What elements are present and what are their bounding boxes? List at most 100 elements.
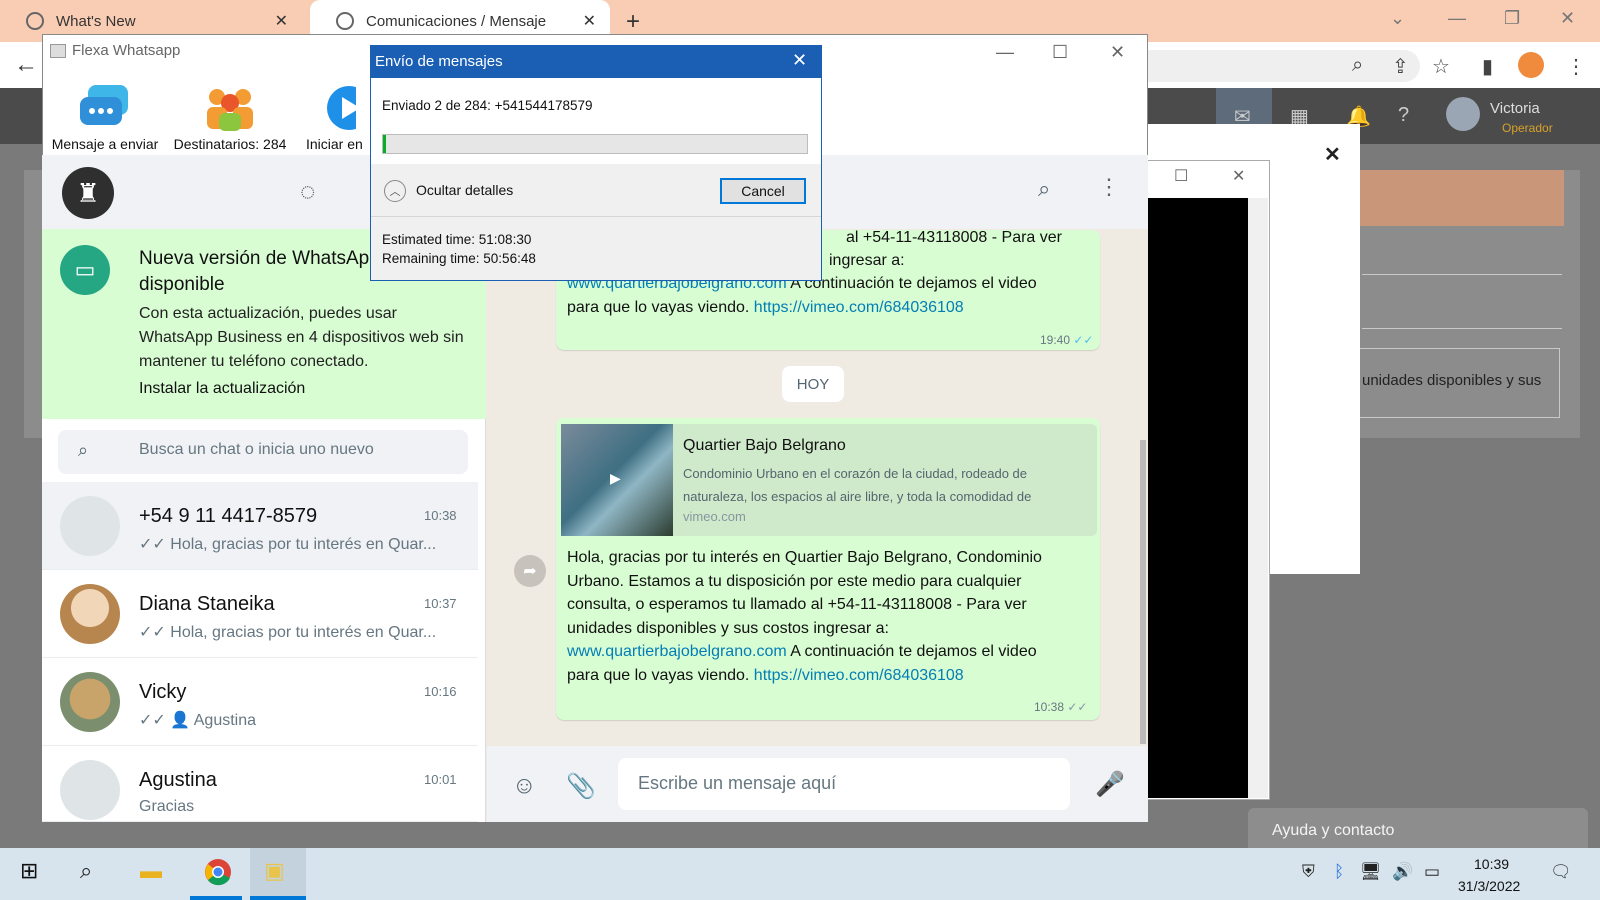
user-name[interactable]: Victoria — [1490, 100, 1540, 117]
chevron-up-icon[interactable]: ︿ — [384, 180, 406, 202]
scrollbar[interactable] — [1140, 440, 1146, 744]
app-icon — [50, 43, 66, 58]
toolbar-label: Mensaje a enviar — [51, 136, 159, 152]
address-bar[interactable] — [1120, 50, 1420, 82]
active-indicator — [190, 896, 242, 900]
double-check-icon: ✓✓ — [1067, 700, 1088, 714]
chrome-icon[interactable] — [204, 858, 232, 892]
volume-icon[interactable]: 🔊 — [1392, 862, 1413, 882]
close-icon[interactable]: ✕ — [1110, 42, 1125, 63]
menu-dots-icon[interactable]: ⋮ — [1098, 174, 1120, 200]
preview-site: vimeo.com — [683, 509, 746, 524]
star-icon[interactable]: ☆ — [1432, 54, 1450, 79]
help-icon[interactable]: ? — [1398, 104, 1409, 127]
message-line: para que lo vayas viendo. https://vimeo.… — [567, 296, 1087, 320]
progress-fill — [383, 135, 386, 153]
video-link[interactable]: https://vimeo.com/684036108 — [754, 299, 964, 316]
message-time: 19:40 ✓✓ — [1040, 333, 1094, 347]
message-to-send-button[interactable]: Mensaje a enviar — [48, 80, 162, 152]
window-title-text: Flexa Whatsapp — [72, 42, 181, 59]
recipients-button[interactable]: Destinatarios: 284 — [168, 80, 292, 152]
hide-details-toggle[interactable]: Ocultar detalles — [416, 182, 513, 198]
chat-time: 10:01 — [424, 772, 457, 787]
avatar — [60, 496, 120, 556]
avatar — [60, 760, 120, 820]
close-icon[interactable]: ✕ — [583, 11, 596, 31]
modal-text: unidades disponibles y sus — [1362, 372, 1542, 389]
estimated-time: Estimated time: 51:08:30 — [382, 232, 532, 247]
shield-icon[interactable]: ⛨ — [1302, 862, 1315, 882]
cancel-button[interactable]: Cancel — [720, 178, 806, 204]
divider — [1362, 274, 1562, 275]
tab-title: Comunicaciones / Mensaje — [366, 12, 547, 30]
network-icon[interactable]: 🖥 — [1360, 862, 1382, 882]
day-divider: HOY — [782, 366, 844, 402]
business-logo[interactable]: ♜ — [62, 167, 114, 219]
zoom-icon[interactable]: ⌕ — [1352, 54, 1363, 77]
message-text: al +54-11-43118008 - Para ver — [846, 229, 1062, 246]
clock-date[interactable]: 31/3/2022 — [1458, 878, 1520, 894]
window-title: Flexa Whatsapp — [50, 42, 180, 59]
website-link[interactable]: www.quartierbajobelgrano.com — [567, 643, 787, 660]
new-tab-button[interactable]: + — [626, 8, 640, 36]
message-text: A continuación te dejamos el video — [786, 275, 1037, 292]
back-arrow-icon[interactable]: ← — [14, 51, 38, 79]
battery-icon[interactable]: ▭ — [1424, 862, 1440, 882]
microphone-icon[interactable]: 🎤 — [1095, 770, 1125, 799]
scrollbar[interactable] — [1248, 198, 1268, 798]
message-input[interactable]: Escribe un mensaje aquí — [618, 758, 1070, 810]
menu-dots-icon[interactable]: ⋮ — [1566, 54, 1586, 79]
chat-preview: Gracias — [139, 798, 195, 815]
chat-preview: ✓✓ Hola, gracias por tu interés en Quar.… — [139, 624, 437, 641]
tab-search-icon[interactable]: ⌄ — [1390, 8, 1405, 29]
share-icon[interactable]: ⇪ — [1392, 54, 1409, 79]
search-icon[interactable]: ⌕ — [80, 858, 92, 884]
notifications-icon[interactable]: 🗨 — [1550, 862, 1572, 882]
message-time: 10:38 ✓✓ — [1034, 700, 1088, 714]
status-icon[interactable]: ◌ — [300, 176, 315, 207]
video-link[interactable]: https://vimeo.com/684036108 — [754, 667, 964, 684]
play-icon: ▶ — [610, 470, 621, 486]
close-icon[interactable]: ✕ — [275, 11, 288, 31]
globe-icon — [336, 12, 354, 30]
send-status: Enviado 2 de 284: +541544178579 — [382, 98, 593, 113]
message-text: ingresar a: — [829, 252, 905, 269]
preview-description: Condominio Urbano en el corazón de la ci… — [683, 466, 1032, 504]
minimize-icon[interactable]: — — [1448, 8, 1466, 29]
close-icon[interactable]: ✕ — [1324, 142, 1341, 167]
chat-bubbles-icon — [78, 80, 132, 136]
bluetooth-icon[interactable]: ᛒ — [1334, 862, 1344, 882]
emoji-icon[interactable]: ☺ — [512, 772, 537, 800]
user-avatar[interactable] — [1446, 97, 1480, 131]
maximize-icon[interactable]: ☐ — [1052, 42, 1068, 63]
avatar — [60, 672, 120, 732]
start-button[interactable]: Iniciar en — [306, 80, 370, 152]
message-line: www.quartierbajobelgrano.com A continuac… — [567, 640, 1087, 664]
sidebar-icon[interactable]: ▮ — [1482, 54, 1493, 79]
update-body: Con esta actualización, puedes usar What… — [139, 305, 464, 370]
close-icon[interactable]: ✕ — [792, 50, 807, 71]
search-input[interactable]: Busca un chat o inicia uno nuevo — [139, 441, 374, 459]
chrome-icon — [26, 12, 44, 30]
install-update-link[interactable]: Instalar la actualización — [139, 380, 305, 398]
close-icon[interactable]: ✕ — [1232, 166, 1245, 186]
file-explorer-icon[interactable]: ▬ — [140, 858, 162, 884]
minimize-icon[interactable]: — — [996, 42, 1014, 63]
windows-start-icon[interactable]: ⊞ — [20, 858, 38, 884]
divider — [1362, 328, 1562, 329]
search-icon[interactable]: ⌕ — [1038, 176, 1050, 202]
profile-avatar[interactable] — [1518, 52, 1544, 78]
message-text: A continuación te dejamos el video — [786, 643, 1037, 660]
forward-icon[interactable]: ➦ — [514, 555, 546, 587]
maximize-icon[interactable]: ☐ — [1174, 166, 1188, 186]
close-window-icon[interactable]: ✕ — [1560, 8, 1575, 29]
chat-name: Vicky — [139, 681, 187, 703]
remaining-time: Remaining time: 50:56:48 — [382, 251, 536, 266]
restore-icon[interactable]: ❐ — [1504, 8, 1520, 29]
video-area — [1148, 198, 1248, 798]
attach-icon[interactable]: 📎 — [566, 772, 596, 801]
clock-time[interactable]: 10:39 — [1474, 856, 1509, 872]
search-icon: ⌕ — [78, 440, 89, 460]
flexa-app-icon[interactable]: ▣ — [264, 858, 285, 884]
active-indicator — [250, 896, 306, 900]
